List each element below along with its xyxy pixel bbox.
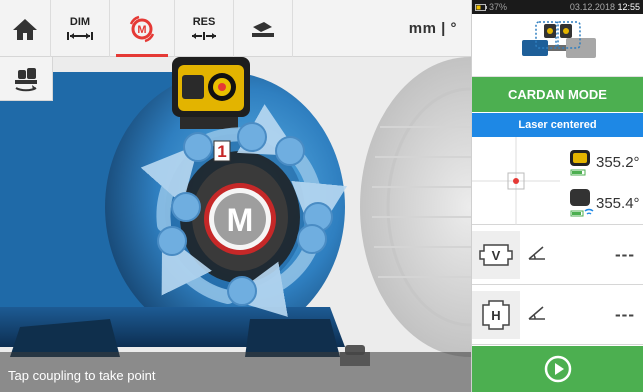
sensor-1-value: 355.2° xyxy=(596,153,640,171)
soft-foot-icon xyxy=(252,21,274,37)
results-button[interactable]: RES xyxy=(175,0,233,57)
machine-graphic: M 1 xyxy=(0,57,471,392)
status-bar: Tap coupling to take point xyxy=(0,352,471,392)
home-icon xyxy=(13,18,37,40)
status-message: Tap coupling to take point xyxy=(8,368,156,383)
vertical-badge: V xyxy=(472,231,520,279)
app-window: DIM M RES mm | ° M 1 Tap coupling to tak… xyxy=(0,0,643,392)
motor-letter: M xyxy=(137,24,146,36)
vertical-letter: V xyxy=(492,248,501,263)
horizontal-badge: H xyxy=(472,291,520,339)
start-measurement-button[interactable] xyxy=(472,346,643,392)
horizontal-value: --- xyxy=(615,305,635,324)
res-label: RES xyxy=(192,15,216,28)
sensor-2-reading: 355.4° xyxy=(568,187,640,219)
coupling-point-1-label: 1 xyxy=(217,142,226,161)
sensor-2-value: 355.4° xyxy=(596,194,640,212)
sensor-head-icon xyxy=(570,150,590,176)
sensor-1-reading: 355.2° xyxy=(568,147,640,177)
measure-button[interactable]: M xyxy=(110,0,174,57)
system-status-bar: 37% 03.12.2018 12:55 xyxy=(472,0,643,14)
measure-motor-icon: M xyxy=(129,15,155,42)
battery-icon xyxy=(475,3,487,11)
soft-foot-button[interactable] xyxy=(234,0,292,57)
horizontal-coupling-icon: H xyxy=(482,300,510,330)
system-date: 03.12.2018 xyxy=(569,2,615,12)
view-rotate-button[interactable] xyxy=(0,57,53,101)
mode-banner: CARDAN MODE xyxy=(472,77,643,112)
vertical-result-row[interactable]: V --- xyxy=(472,225,643,285)
angle-icon xyxy=(528,246,545,260)
top-toolbar: DIM M RES mm | ° xyxy=(0,0,471,57)
sensor-wireless-icon xyxy=(570,189,594,217)
battery-percent: 37% xyxy=(489,2,508,12)
dimension-arrow-icon xyxy=(67,31,93,40)
dimensions-button[interactable]: DIM xyxy=(51,0,109,57)
horizontal-letter: H xyxy=(491,308,500,323)
vertical-coupling-icon: V xyxy=(479,244,513,266)
units-label[interactable]: mm | ° xyxy=(409,20,457,37)
sensor-readings: 355.2° 355.4° xyxy=(472,137,643,225)
machine-viewport[interactable]: M 1 xyxy=(0,57,471,392)
rotate-view-icon xyxy=(15,67,37,91)
coupling-thumbnail[interactable] xyxy=(472,14,643,77)
angle-icon xyxy=(528,306,545,320)
vertical-value: --- xyxy=(615,245,635,264)
home-button[interactable] xyxy=(0,0,50,57)
horizontal-result-row[interactable]: H --- xyxy=(472,285,643,345)
laser-target-icon xyxy=(472,137,560,225)
motor-badge-letter: M xyxy=(227,202,254,238)
laser-status-banner: Laser centered xyxy=(472,113,643,137)
machine-thumbnail-icon xyxy=(522,21,596,58)
right-panel: 37% 03.12.2018 12:55 CARDAN MODE Laser c… xyxy=(471,0,643,392)
system-time: 12:55 xyxy=(617,2,640,12)
dim-label: DIM xyxy=(69,15,91,28)
play-icon xyxy=(544,355,572,383)
results-arrow-icon xyxy=(192,31,216,40)
